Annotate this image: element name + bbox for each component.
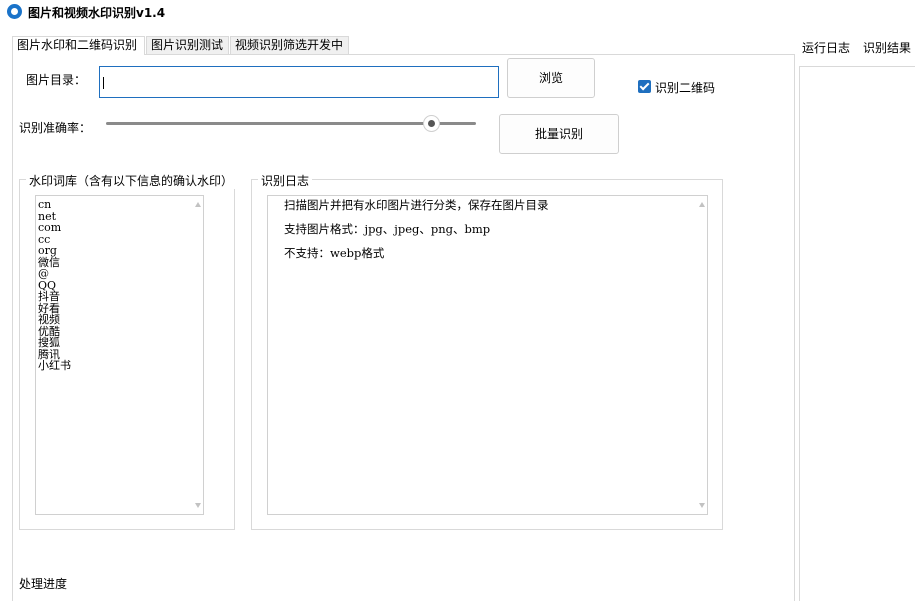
scroll-down-arrow-icon[interactable] xyxy=(195,503,201,508)
image-dir-input[interactable] xyxy=(99,66,499,98)
log-line: 支持图片格式：jpg、jpeg、png、bmp xyxy=(284,222,491,236)
log-group: 识别日志 扫描图片并把有水印图片进行分类，保存在图片目录 支持图片格式：jpg、… xyxy=(251,172,723,530)
scroll-up-arrow-icon[interactable] xyxy=(195,202,201,207)
browse-button[interactable]: 浏览 xyxy=(507,58,595,98)
qr-checkbox-label[interactable]: 识别二维码 xyxy=(655,79,715,96)
keyword-item: cn xyxy=(38,198,52,211)
window-title: 图片和视频水印识别v1.4 xyxy=(28,6,166,20)
keyword-item: com xyxy=(38,221,62,234)
keyword-item: 搜狐 xyxy=(38,336,60,349)
keywords-group: 水印词库（含有以下信息的确认水印） cn net com cc org 微信 @… xyxy=(19,172,237,530)
tab-image-test[interactable]: 图片识别测试 xyxy=(146,36,229,54)
scroll-down-arrow-icon[interactable] xyxy=(699,503,705,508)
accuracy-label: 识别准确率： xyxy=(19,121,92,135)
log-lines: 扫描图片并把有水印图片进行分类，保存在图片目录 支持图片格式：jpg、jpeg、… xyxy=(284,198,549,270)
keywords-list: cn net com cc org 微信 @ QQ 抖音 好看 视频 优酷 搜狐… xyxy=(38,199,71,372)
tab-results[interactable]: 识别结果 xyxy=(863,39,911,56)
batch-identify-button[interactable]: 批量识别 xyxy=(499,114,619,154)
keyword-item: 视频 xyxy=(38,313,60,326)
tab-watermark-qr[interactable]: 图片水印和二维码识别 xyxy=(12,36,145,55)
log-group-title: 识别日志 xyxy=(258,172,313,189)
keywords-listbox[interactable]: cn net com cc org 微信 @ QQ 抖音 好看 视频 优酷 搜狐… xyxy=(35,195,204,515)
log-line: 扫描图片并把有水印图片进行分类，保存在图片目录 xyxy=(284,198,549,212)
keyword-item: @ xyxy=(38,267,49,280)
keyword-item: org xyxy=(38,244,57,257)
right-pane xyxy=(799,66,915,601)
app-logo-icon xyxy=(7,4,22,19)
accuracy-slider-track[interactable] xyxy=(106,122,476,125)
dir-label: 图片目录： xyxy=(26,73,87,87)
text-caret xyxy=(103,77,104,89)
keyword-item: 抖音 xyxy=(38,290,60,303)
log-textbox[interactable]: 扫描图片并把有水印图片进行分类，保存在图片目录 支持图片格式：jpg、jpeg、… xyxy=(267,195,708,515)
tab-run-log[interactable]: 运行日志 xyxy=(802,39,850,56)
progress-label: 处理进度 xyxy=(19,577,68,591)
accuracy-slider-thumb[interactable] xyxy=(423,115,441,132)
tab-video-filter[interactable]: 视频识别筛选开发中 xyxy=(230,36,349,54)
keywords-group-title: 水印词库（含有以下信息的确认水印） xyxy=(26,172,237,189)
qr-checkbox[interactable] xyxy=(638,80,651,93)
scroll-up-arrow-icon[interactable] xyxy=(699,202,705,207)
log-line: 不支持：webp格式 xyxy=(284,246,385,260)
keyword-item: 小红书 xyxy=(38,359,71,372)
title-bar: 图片和视频水印识别v1.4 xyxy=(0,0,915,24)
